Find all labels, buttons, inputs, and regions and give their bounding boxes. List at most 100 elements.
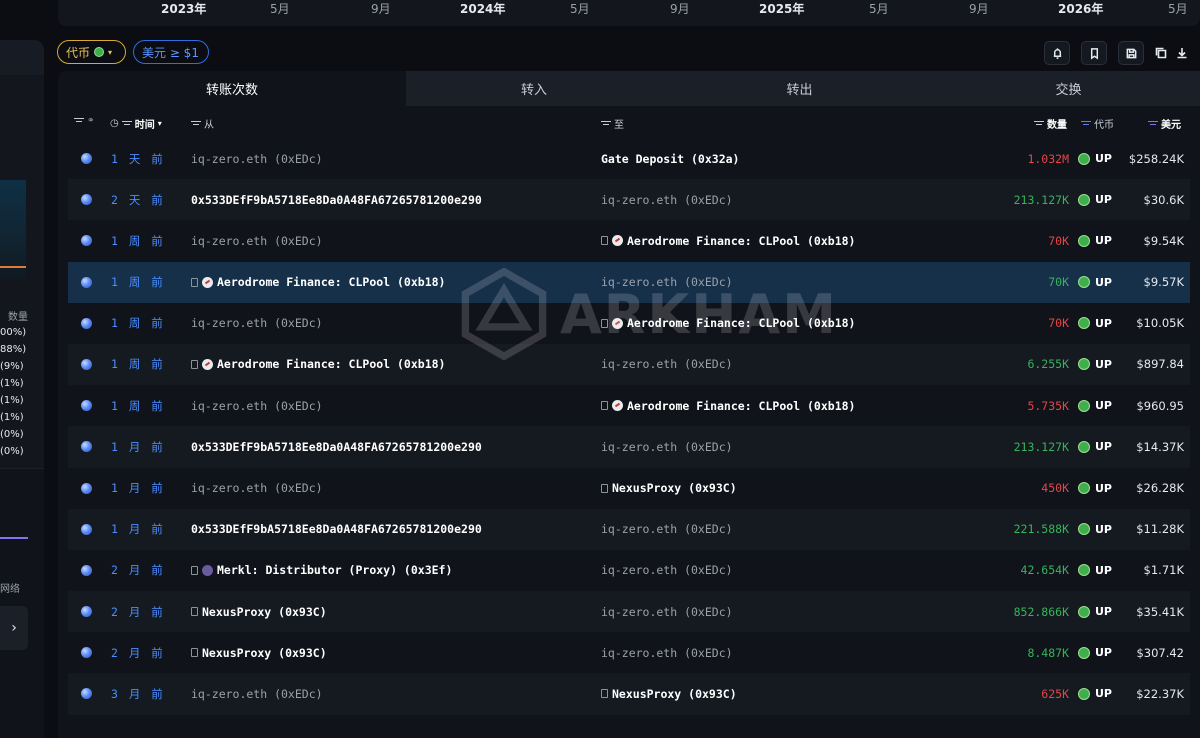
row-token[interactable]: UP [1078,550,1112,591]
left-percent: (9%) [0,361,24,372]
token-symbol: UP [1095,152,1112,165]
row-time-link[interactable]: 2 月 前 [111,550,165,591]
row-to-address[interactable]: iq-zero.eth (0xEDc) [601,550,733,591]
table-row[interactable]: 1 月 前 0x533DEfF9bA5718Ee8Da0A48FA67265781… [68,426,1190,468]
row-to-address[interactable]: iq-zero.eth (0xEDc) [601,262,733,303]
tab-transfer-count[interactable]: 转账次数 [58,71,406,106]
row-time-link[interactable]: 1 天 前 [111,138,165,179]
row-to-address[interactable]: iq-zero.eth (0xEDc) [601,426,733,467]
row-to-address[interactable]: Aerodrome Finance: CLPool (0xb18) [601,303,855,344]
up-token-icon [1078,687,1090,700]
alert-button[interactable] [1044,41,1070,65]
tab-inflow[interactable]: 转入 [406,71,662,106]
left-expand-button[interactable]: › [0,606,28,650]
row-time-link[interactable]: 2 月 前 [111,632,165,673]
row-token[interactable]: UP [1078,179,1112,220]
row-amount: 213.127K [1013,439,1069,454]
table-row[interactable]: 2 月 前 NexusProxy (0x93C) iq-zero.eth (0xED… [68,591,1190,633]
row-token[interactable]: UP [1078,303,1112,344]
row-to-address[interactable]: iq-zero.eth (0xEDc) [601,509,733,550]
token-symbol: UP [1095,481,1112,495]
row-from-address[interactable]: 0x533DEfF9bA5718Ee8Da0A48FA67265781200e2… [191,509,482,550]
row-token[interactable]: UP [1078,262,1112,303]
row-time-link[interactable]: 2 月 前 [111,591,165,632]
row-time-link[interactable]: 1 周 前 [111,262,165,303]
row-to-address[interactable]: iq-zero.eth (0xEDc) [601,591,733,632]
quantity-column-header[interactable]: 数量 [1034,116,1067,131]
row-token[interactable]: UP [1078,138,1112,179]
row-token[interactable]: UP [1078,344,1112,385]
row-token[interactable]: UP [1078,385,1112,426]
row-from-address[interactable]: NexusProxy (0x93C) [191,632,327,673]
save-button[interactable] [1118,41,1144,65]
row-time-link[interactable]: 1 月 前 [111,509,165,550]
table-row[interactable]: 1 月 前 0x533DEfF9bA5718Ee8Da0A48FA67265781… [68,508,1190,550]
from-address-text: NexusProxy (0x93C) [202,645,327,660]
download-button[interactable] [1173,44,1191,62]
left-network-label: 网络 [0,584,20,595]
row-to-address[interactable]: iq-zero.eth (0xEDc) [601,344,733,385]
row-from-address[interactable]: 0x533DEfF9bA5718Ee8Da0A48FA67265781200e2… [191,179,482,220]
token-filter-chip[interactable]: 代币 ▾ [57,40,126,64]
row-token[interactable]: UP [1078,426,1112,467]
table-row[interactable]: 2 天 前 0x533DEfF9bA5718Ee8Da0A48FA67265781… [68,179,1190,221]
row-time-link[interactable]: 1 月 前 [111,468,165,509]
to-address-text: Aerodrome Finance: CLPool (0xb18) [627,398,856,413]
row-from-address[interactable]: iq-zero.eth (0xEDc) [191,220,323,261]
row-time-link[interactable]: 1 周 前 [111,385,165,426]
time-column-header[interactable]: ◷ 时间 ▾ [110,116,162,131]
table-row[interactable]: 1 天 前 iq-zero.eth (0xEDc) Gate Deposit (0x… [68,138,1190,179]
tab-swap[interactable]: 交换 [937,71,1200,106]
row-to-address[interactable]: Gate Deposit (0x32a) [601,138,739,179]
table-row[interactable]: 2 月 前 Merkl: Distributor (Proxy) (0x3Ef) i… [68,550,1190,591]
row-time-link[interactable]: 1 月 前 [111,426,165,467]
row-time-link[interactable]: 1 周 前 [111,220,165,261]
row-from-address[interactable]: iq-zero.eth (0xEDc) [191,468,323,509]
row-to-address[interactable]: iq-zero.eth (0xEDc) [601,632,733,673]
table-row[interactable]: 1 周 前 Aerodrome Finance: CLPool (0xb18) iq… [68,261,1190,303]
tab-outflow[interactable]: 转出 [662,71,937,106]
row-token[interactable]: UP [1078,220,1112,261]
row-token[interactable]: UP [1078,509,1112,550]
usd-column-header[interactable]: 美元 [1148,116,1181,131]
to-column-header[interactable]: 至 [601,116,624,131]
row-token[interactable]: UP [1078,591,1112,632]
copy-button[interactable] [1152,44,1170,62]
row-usd-value: $9.54K [1143,233,1184,248]
table-row[interactable]: 1 月 前 iq-zero.eth (0xEDc) NexusProxy (0x93… [68,468,1190,509]
row-time-link[interactable]: 2 天 前 [111,179,165,220]
table-row[interactable]: 2 月 前 NexusProxy (0x93C) iq-zero.eth (0xED… [68,632,1190,673]
row-amount: 70K [1048,316,1069,331]
row-time-link[interactable]: 1 周 前 [111,303,165,344]
table-row[interactable]: 1 周 前 iq-zero.eth (0xEDc) Aerodrome Financ… [68,220,1190,261]
row-to-address[interactable]: Aerodrome Finance: CLPool (0xb18) [601,220,855,261]
row-to-address[interactable]: NexusProxy (0x93C) [601,673,737,714]
row-token[interactable]: UP [1078,632,1112,673]
table-row[interactable]: 3 月 前 iq-zero.eth (0xEDc) NexusProxy (0x93… [68,673,1190,715]
link-filter-header[interactable]: ⚭ [74,116,95,126]
row-from-address[interactable]: NexusProxy (0x93C) [191,591,327,632]
row-token[interactable]: UP [1078,468,1112,509]
row-from-address[interactable]: Aerodrome Finance: CLPool (0xb18) [191,262,445,303]
row-from-address[interactable]: iq-zero.eth (0xEDc) [191,138,323,179]
row-token[interactable]: UP [1078,673,1112,714]
row-time-link[interactable]: 3 月 前 [111,673,165,714]
row-from-address[interactable]: 0x533DEfF9bA5718Ee8Da0A48FA67265781200e2… [191,426,482,467]
bookmark-button[interactable] [1081,41,1107,65]
row-from-address[interactable]: Merkl: Distributor (Proxy) (0x3Ef) [191,550,452,591]
table-row[interactable]: 1 周 前 Aerodrome Finance: CLPool (0xb18) iq… [68,343,1190,386]
row-from-address[interactable]: Aerodrome Finance: CLPool (0xb18) [191,344,445,385]
table-row[interactable]: 1 周 前 iq-zero.eth (0xEDc) Aerodrome Financ… [68,303,1190,344]
table-row[interactable]: 1 周 前 iq-zero.eth (0xEDc) Aerodrome Financ… [68,385,1190,426]
token-column-header[interactable]: 代币 [1081,116,1114,131]
row-from-address[interactable]: iq-zero.eth (0xEDc) [191,303,323,344]
from-column-header[interactable]: 从 [191,116,214,131]
row-time-link[interactable]: 1 周 前 [111,344,165,385]
row-to-address[interactable]: Aerodrome Finance: CLPool (0xb18) [601,385,855,426]
row-from-address[interactable]: iq-zero.eth (0xEDc) [191,673,323,714]
from-address-text: Aerodrome Finance: CLPool (0xb18) [217,275,446,290]
row-to-address[interactable]: NexusProxy (0x93C) [601,468,737,509]
usd-filter-chip[interactable]: 美元 ≥ $1 [133,40,209,64]
row-to-address[interactable]: iq-zero.eth (0xEDc) [601,179,733,220]
row-from-address[interactable]: iq-zero.eth (0xEDc) [191,385,323,426]
